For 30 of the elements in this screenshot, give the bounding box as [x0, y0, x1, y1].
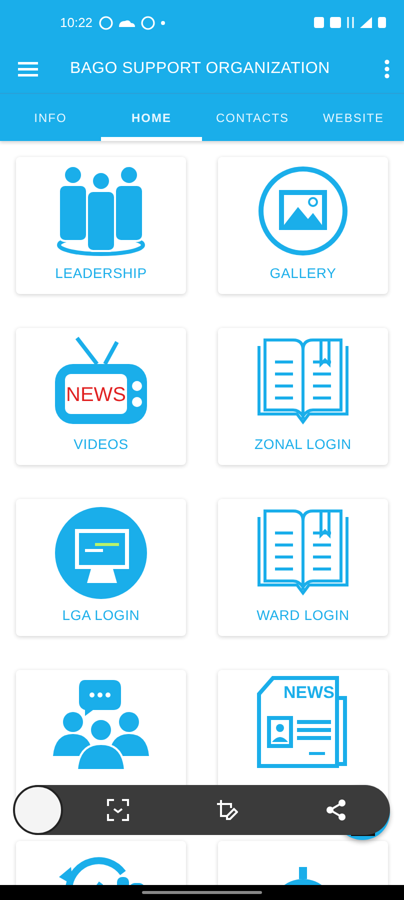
menu-tile[interactable]: ZONAL LOGIN: [218, 328, 388, 465]
menu-tile[interactable]: LGA LOGIN: [16, 499, 186, 636]
scan-icon: [107, 799, 130, 821]
signal-icon: [360, 17, 372, 28]
tile-label: VIDEOS: [74, 436, 128, 452]
tab[interactable]: WEBSITE: [303, 94, 404, 141]
menu-tile[interactable]: GALLERY: [218, 157, 388, 294]
home-handle[interactable]: [142, 891, 262, 894]
tab[interactable]: HOME: [101, 94, 202, 141]
crop-edit-icon: [216, 799, 238, 821]
tile-label: WARD LOGIN: [256, 607, 350, 623]
battery-icon: [378, 17, 386, 28]
menu-tile[interactable]: NEWS VIDEOS: [16, 328, 186, 465]
tile-label: LGA LOGIN: [62, 607, 140, 623]
dot-icon: [160, 20, 165, 24]
menu-icon[interactable]: [18, 61, 38, 77]
menu-tile[interactable]: LEADERSHIP: [16, 157, 186, 294]
screenshot-thumbnail[interactable]: [13, 785, 63, 835]
status-time: 10:22: [60, 15, 93, 30]
menu-tile[interactable]: WARD LOGIN: [218, 499, 388, 636]
tile-label: ZONAL LOGIN: [254, 436, 352, 452]
circle-icon: [140, 16, 155, 30]
share-icon: [324, 799, 347, 821]
tab[interactable]: INFO: [0, 94, 101, 141]
tile-label: GALLERY: [270, 265, 336, 281]
app-title: BAGO SUPPORT ORGANIZATION: [70, 60, 331, 78]
more-options-icon[interactable]: [384, 59, 390, 79]
cloud-icon: [118, 18, 135, 26]
tab[interactable]: CONTACTS: [202, 94, 303, 141]
tile-label: LEADERSHIP: [55, 265, 147, 281]
